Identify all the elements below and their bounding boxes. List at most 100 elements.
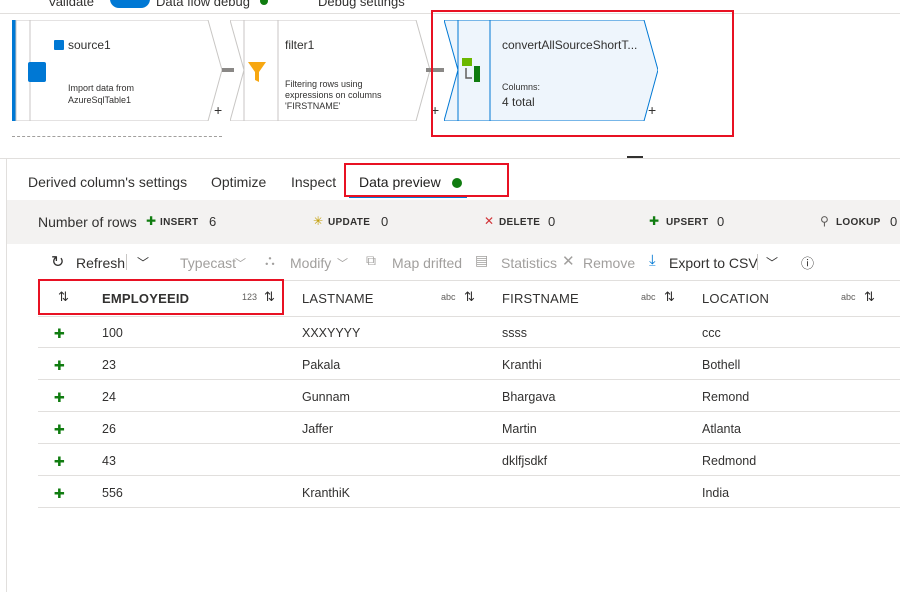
table-cell: ccc xyxy=(702,326,721,340)
table-cell: Martin xyxy=(502,422,537,436)
insert-label: INSERT xyxy=(160,217,199,228)
lookup-label: LOOKUP xyxy=(836,217,881,228)
typecast-button[interactable]: Typecast xyxy=(180,255,236,271)
table-cell: XXXYYYY xyxy=(302,326,361,340)
map-drifted-button[interactable]: Map drifted xyxy=(392,255,462,271)
dataflow-debug-label: Data flow debug xyxy=(156,0,250,9)
sort-icon[interactable]: ⇅ xyxy=(464,289,475,305)
node-desc-1: Import data from xyxy=(68,83,135,93)
chevron-down-icon[interactable]: ﹀ xyxy=(337,255,348,271)
modify-icon: ⛬ xyxy=(265,252,275,268)
splitter-grip[interactable] xyxy=(627,156,643,158)
table-cell: Bothell xyxy=(702,358,741,372)
table-cell: 556 xyxy=(102,486,123,500)
row-divider xyxy=(38,507,900,508)
refresh-button[interactable]: Refresh xyxy=(76,255,125,271)
upsert-label: UPSERT xyxy=(666,217,709,228)
panel-splitter[interactable] xyxy=(0,158,900,159)
remove-button[interactable]: Remove xyxy=(583,255,635,271)
node-desc-3: 'FIRSTNAME' xyxy=(285,101,341,111)
modify-button[interactable]: Modify xyxy=(290,255,331,271)
insert-row-icon: ✚ xyxy=(54,454,65,469)
statistics-icon: ▤ xyxy=(475,252,489,268)
chevron-down-icon[interactable]: ﹀ xyxy=(137,254,149,271)
dataflow-canvas[interactable]: source1 Import data from AzureSqlTable1 … xyxy=(0,10,900,158)
table-cell: Kranthi xyxy=(502,358,542,372)
node-desc-2: expressions on columns xyxy=(285,90,382,100)
debug-status-dot xyxy=(260,0,268,5)
upsert-icon: ✚ xyxy=(649,214,660,228)
column-header-location[interactable]: LOCATION xyxy=(702,291,769,306)
update-label: UPDATE xyxy=(328,217,371,228)
rows-label: Number of rows xyxy=(38,214,137,230)
filter1-node[interactable]: filter1 Filtering rows using expressions… xyxy=(230,20,430,121)
tab-optimize[interactable]: Optimize xyxy=(211,174,266,190)
insert-icon: ✚ xyxy=(146,214,157,228)
download-icon: ⤓ xyxy=(649,252,656,269)
table-cell: India xyxy=(702,486,730,500)
table-cell: Redmond xyxy=(702,454,757,468)
update-icon: ✳ xyxy=(313,214,324,228)
table-cell: Gunnam xyxy=(302,390,350,404)
table-cell: 43 xyxy=(102,454,116,468)
delete-value: 0 xyxy=(548,214,556,229)
node-desc-2: AzureSqlTable1 xyxy=(68,95,132,105)
table-cell: 100 xyxy=(102,326,123,340)
add-transform-icon[interactable]: + xyxy=(214,102,222,118)
chevron-down-icon[interactable]: ﹀ xyxy=(766,254,778,271)
validate-button[interactable]: Validate xyxy=(48,0,94,9)
insert-row-icon: ✚ xyxy=(54,486,65,501)
highlight-box xyxy=(344,163,509,197)
lookup-value: 0 xyxy=(890,214,898,229)
row-divider xyxy=(38,443,900,444)
divider xyxy=(126,254,127,270)
table-cell: Pakala xyxy=(302,358,341,372)
sort-icon[interactable]: ⇅ xyxy=(864,289,875,305)
table-cell: Atlanta xyxy=(702,422,741,436)
chevron-down-icon[interactable]: ﹀ xyxy=(235,255,246,271)
dashed-divider xyxy=(12,136,222,137)
column-type: abc xyxy=(641,292,656,302)
row-divider xyxy=(38,347,900,348)
table-cell: 24 xyxy=(102,390,116,404)
sort-icon[interactable]: ⇅ xyxy=(664,289,675,305)
highlight-box xyxy=(431,10,734,137)
column-type: abc xyxy=(841,292,856,302)
insert-row-icon: ✚ xyxy=(54,358,65,373)
export-csv-button[interactable]: Export to CSV xyxy=(669,255,758,271)
column-type: abc xyxy=(441,292,456,302)
tab-derived-column-settings[interactable]: Derived column's settings xyxy=(28,174,187,190)
table-cell: ssss xyxy=(502,326,527,340)
insert-row-icon: ✚ xyxy=(54,326,65,341)
table-cell: Remond xyxy=(702,390,750,404)
table-cell: KranthiK xyxy=(302,486,350,500)
column-header-firstname[interactable]: FIRSTNAME xyxy=(502,291,579,306)
node-title: filter1 xyxy=(285,38,315,52)
lookup-icon: ⚲ xyxy=(820,214,829,228)
highlight-box xyxy=(38,279,284,315)
remove-icon: ✕ xyxy=(562,253,575,270)
sql-icon xyxy=(54,40,64,50)
header-border xyxy=(38,316,900,317)
table-cell: dklfjsdkf xyxy=(502,454,548,468)
debug-toggle[interactable] xyxy=(110,0,150,8)
info-icon[interactable]: ⓘ xyxy=(801,253,814,272)
refresh-icon[interactable]: ↻ xyxy=(51,252,64,272)
stats-bar xyxy=(7,200,900,244)
tab-inspect[interactable]: Inspect xyxy=(291,174,336,190)
node-title: source1 xyxy=(68,38,111,52)
row-divider xyxy=(38,475,900,476)
table-cell: 26 xyxy=(102,422,116,436)
divider xyxy=(757,254,758,270)
insert-value: 6 xyxy=(209,214,217,229)
node-desc-1: Filtering rows using xyxy=(285,79,363,89)
update-value: 0 xyxy=(381,214,389,229)
debug-settings-button[interactable]: Debug settings xyxy=(318,0,405,9)
source1-node[interactable]: source1 Import data from AzureSqlTable1 … xyxy=(12,20,222,121)
delete-label: DELETE xyxy=(499,217,541,228)
insert-row-icon: ✚ xyxy=(54,422,65,437)
statistics-button[interactable]: Statistics xyxy=(501,255,557,271)
delete-icon: ✕ xyxy=(484,214,495,228)
insert-row-icon: ✚ xyxy=(54,390,65,405)
column-header-lastname[interactable]: LASTNAME xyxy=(302,291,374,306)
